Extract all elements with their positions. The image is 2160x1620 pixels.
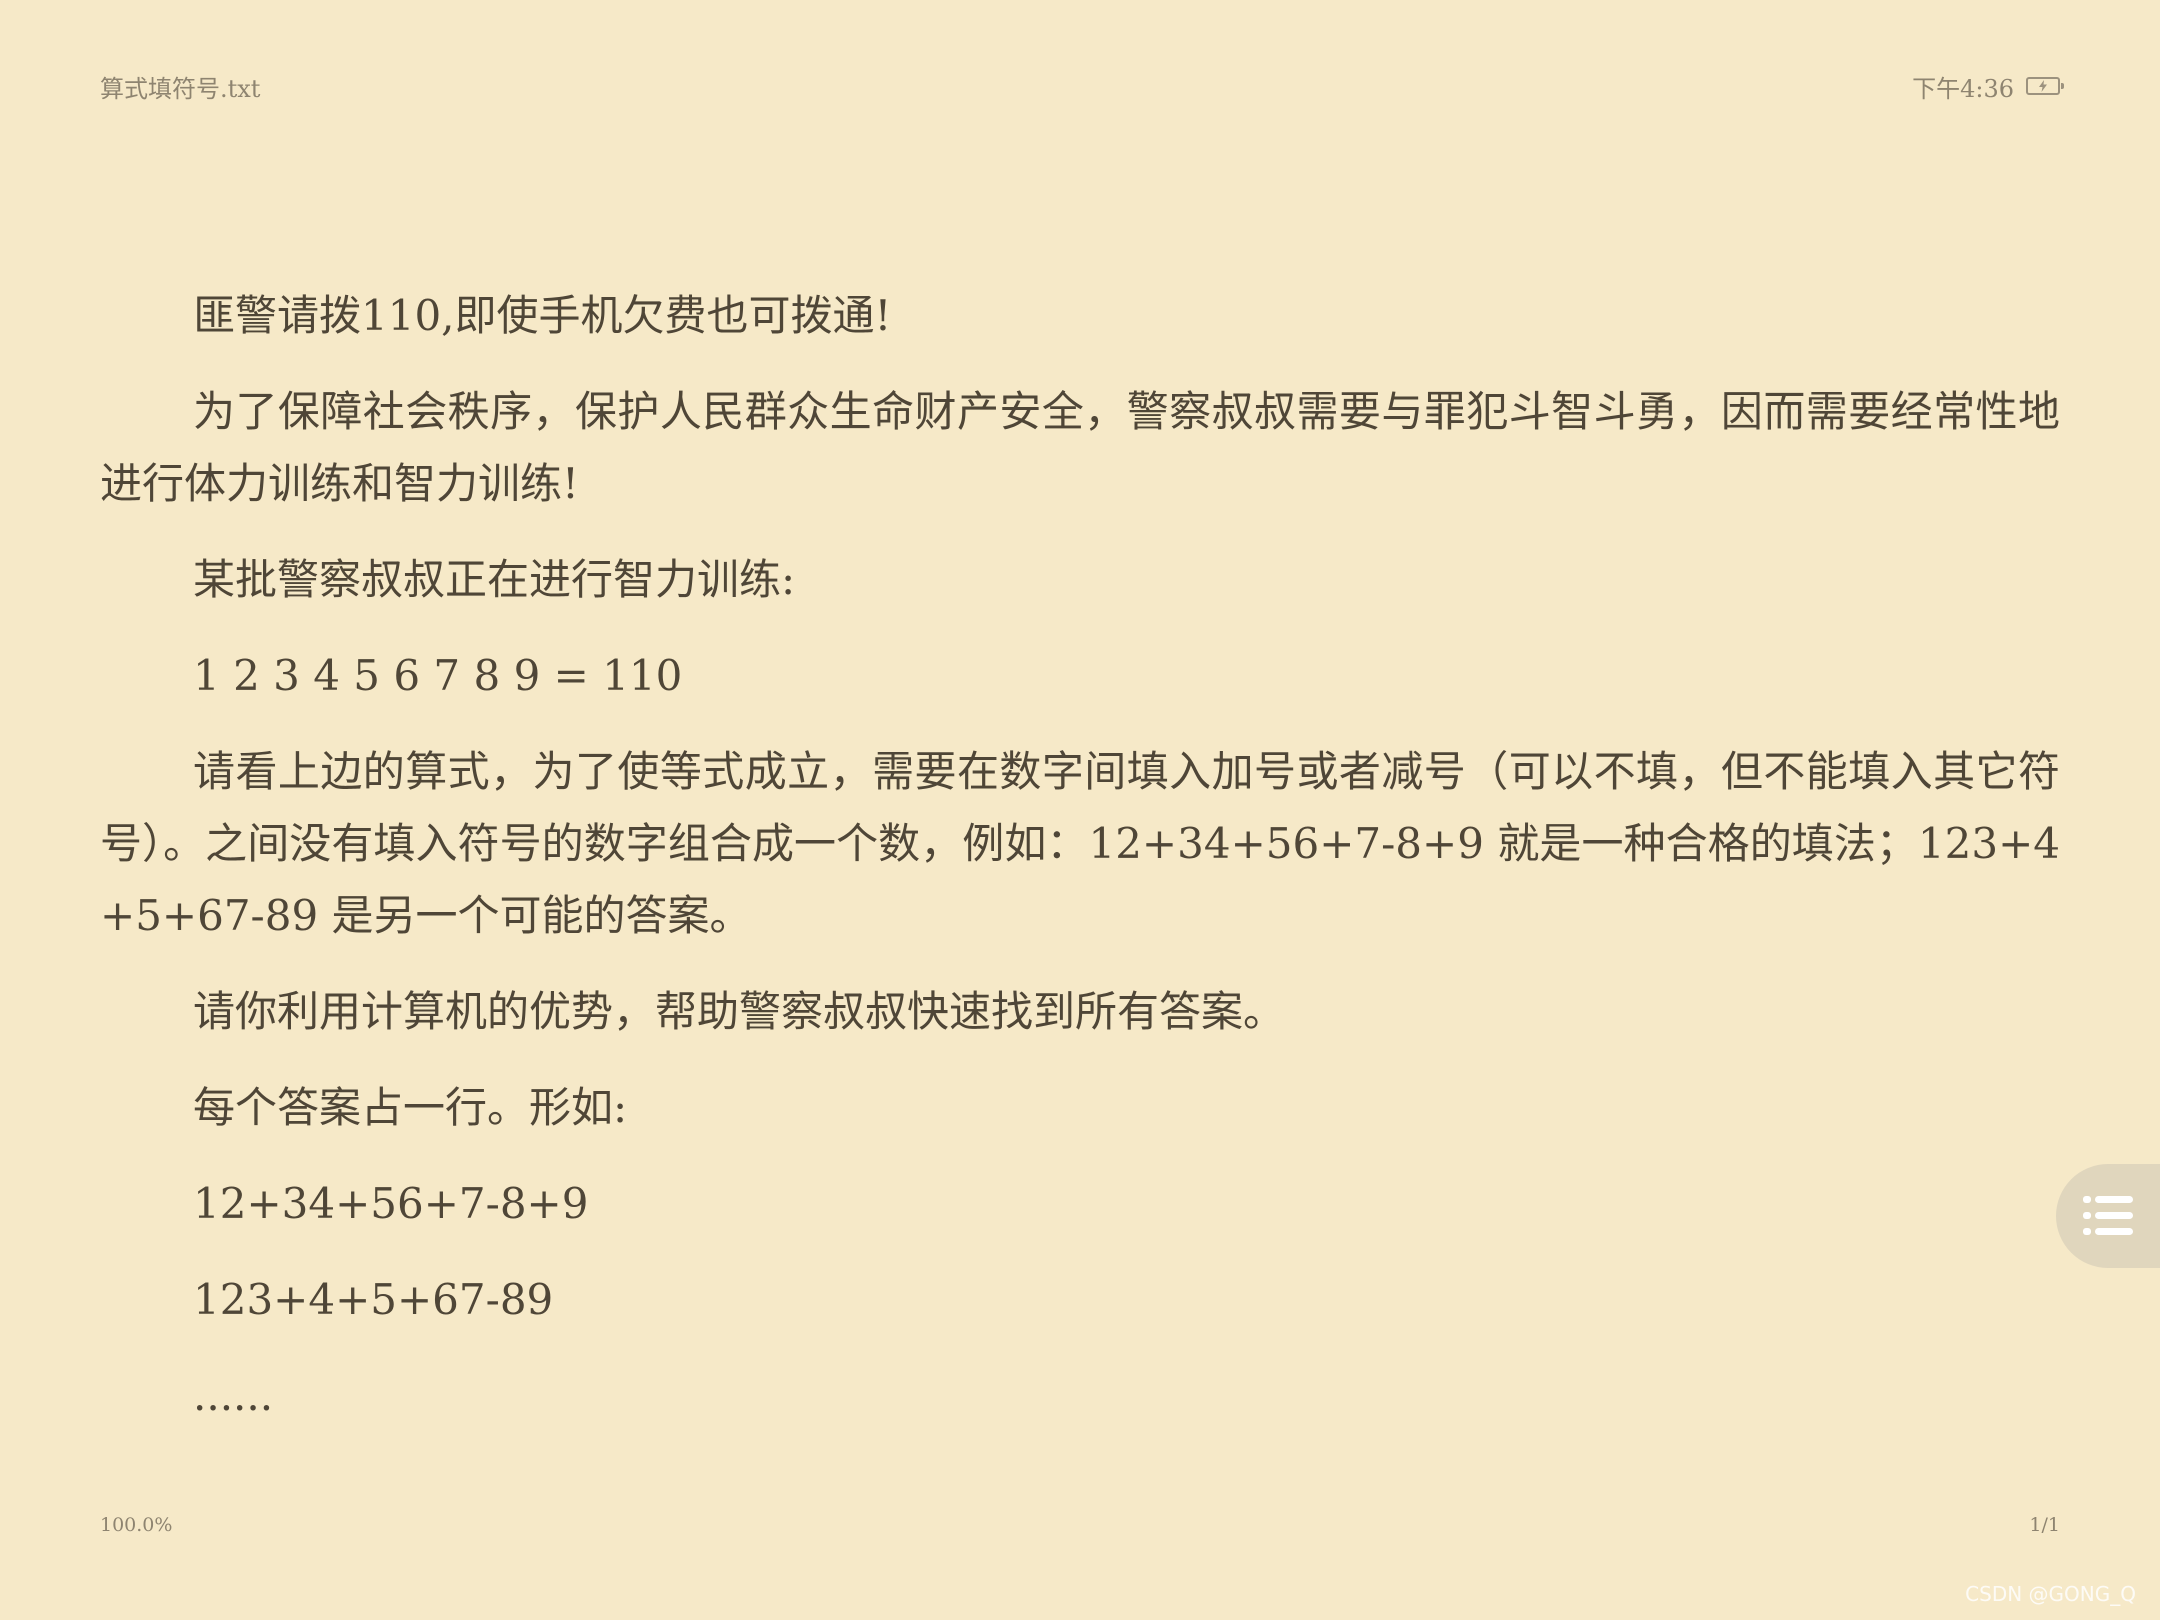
watermark: CSDN @GONG_Q xyxy=(1965,1582,2136,1606)
paragraph: 每个答案占一行。形如: xyxy=(193,1083,628,1132)
battery-charging-icon xyxy=(2026,77,2064,95)
paragraph: 1 2 3 4 5 6 7 8 9 = 110 xyxy=(193,651,683,700)
status-bar: 算式填符号.txt 下午4:36 xyxy=(100,68,2064,104)
file-name: 算式填符号.txt xyxy=(100,74,261,103)
list-menu-icon xyxy=(2083,1196,2133,1235)
paragraph: 匪警请拨110,即使手机欠费也可拨通! xyxy=(193,291,892,340)
paragraph: 12+34+56+7-8+9 xyxy=(193,1179,589,1228)
reading-progress: 100.0% xyxy=(100,1514,173,1536)
page-indicator: 1/1 xyxy=(2029,1514,2060,1536)
paragraph: 请看上边的算式，为了使等式成立，需要在数字间填入加号或者减号（可以不填，但不能填… xyxy=(100,747,2060,940)
paragraph: 为了保障社会秩序，保护人民群众生命财产安全，警察叔叔需要与罪犯斗智斗勇，因而需要… xyxy=(100,387,2060,508)
clock-time: 下午4:36 xyxy=(1912,74,2014,103)
menu-button[interactable] xyxy=(2056,1164,2160,1268)
status-right: 下午4:36 xyxy=(1912,69,2064,104)
paragraph: 123+4+5+67-89 xyxy=(193,1275,554,1324)
paragraph: ...... xyxy=(193,1371,274,1420)
paragraph: 某批警察叔叔正在进行智力训练: xyxy=(193,555,796,604)
reading-footer: 100.0% 1/1 xyxy=(100,1514,2060,1536)
document-content: 匪警请拨110,即使手机欠费也可拨通! 为了保障社会秩序，保护人民群众生命财产安… xyxy=(100,280,2060,1456)
paragraph: 请你利用计算机的优势，帮助警察叔叔快速找到所有答案。 xyxy=(193,987,1286,1036)
